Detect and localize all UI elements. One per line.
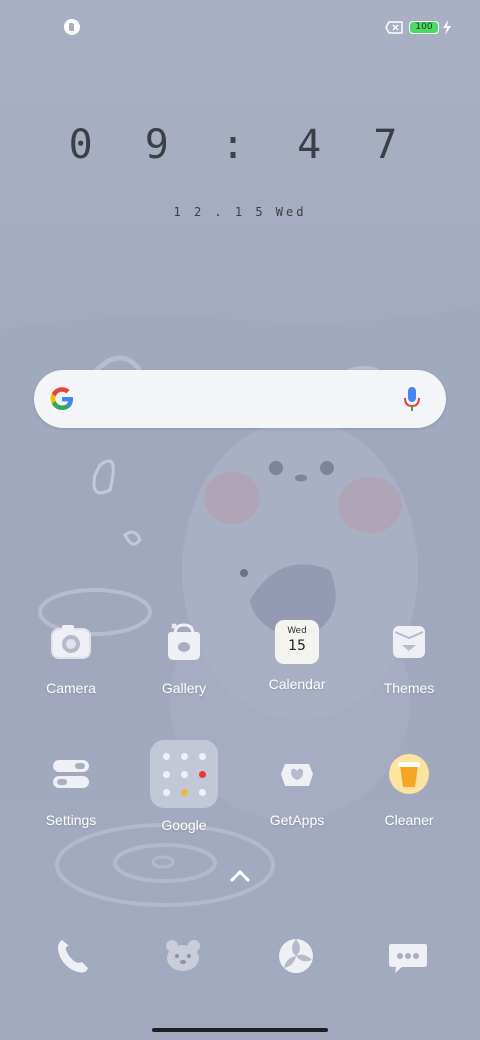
battery-indicator: 100 (409, 21, 439, 34)
app-settings[interactable]: Settings (21, 752, 121, 828)
calendar-icon-day: Wed (287, 626, 307, 636)
folder-icon (150, 740, 218, 808)
browser-icon[interactable] (274, 934, 318, 978)
camera-icon (51, 625, 91, 659)
chevron-up-icon[interactable] (228, 868, 252, 884)
app-label: Gallery (161, 680, 207, 696)
app-label: Themes (383, 680, 435, 696)
app-label: Camera (46, 680, 96, 696)
mic-icon[interactable] (402, 385, 422, 413)
app-folder-google[interactable]: Google (134, 740, 234, 833)
gallery-icon (168, 623, 200, 660)
app-themes[interactable]: Themes (359, 620, 459, 696)
calendar-icon-date: 15 (288, 638, 306, 654)
themes-icon (393, 626, 425, 658)
app-label: Cleaner (384, 812, 434, 828)
app-calendar[interactable]: Wed 15 Calendar (247, 620, 347, 692)
app-label: Google (161, 817, 207, 833)
charging-icon (443, 20, 451, 35)
google-g-icon (50, 387, 73, 410)
messages-icon[interactable] (386, 934, 430, 978)
notification-app-icon (64, 19, 80, 35)
bear-icon[interactable] (161, 934, 205, 978)
no-sim-icon (385, 21, 403, 34)
clock-date[interactable]: 1 2 . 1 5 Wed (0, 205, 480, 219)
app-gallery[interactable]: Gallery (134, 620, 234, 696)
cleaner-icon (389, 754, 429, 794)
google-search-bar[interactable] (34, 370, 446, 428)
app-getapps[interactable]: GetApps (247, 752, 347, 828)
getapps-icon (281, 764, 313, 786)
battery-level: 100 (415, 22, 433, 32)
calendar-icon: Wed 15 (275, 620, 319, 664)
app-label: Settings (45, 812, 97, 828)
settings-icon (53, 760, 89, 788)
app-label: Calendar (268, 676, 326, 692)
phone-icon[interactable] (50, 934, 94, 978)
gesture-nav-bar[interactable] (152, 1028, 328, 1032)
app-label: GetApps (269, 812, 325, 828)
clock-time[interactable]: 0 9 : 4 7 (0, 122, 480, 168)
app-camera[interactable]: Camera (21, 620, 121, 696)
app-cleaner[interactable]: Cleaner (359, 752, 459, 828)
